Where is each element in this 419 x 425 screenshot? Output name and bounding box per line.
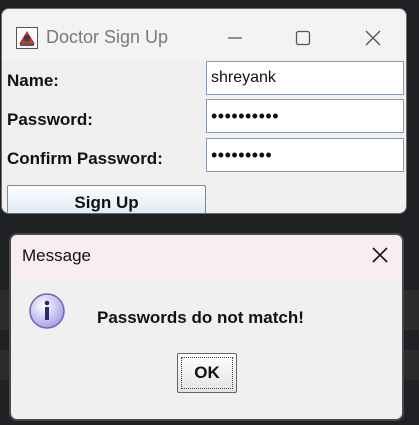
java-app-icon	[16, 27, 38, 49]
confirm-password-field[interactable]: •••••••••	[206, 138, 404, 172]
confirm-password-label: Confirm Password:	[7, 149, 163, 168]
dialog-title-bar[interactable]: Message	[11, 235, 402, 277]
maximize-icon[interactable]	[288, 23, 318, 53]
title-bar[interactable]: Doctor Sign Up	[2, 9, 406, 59]
info-icon	[27, 291, 67, 331]
signup-button[interactable]: Sign Up	[7, 185, 206, 213]
close-icon[interactable]	[370, 245, 390, 265]
close-icon[interactable]	[358, 23, 388, 53]
ok-button[interactable]: OK	[177, 353, 237, 393]
dialog-message: Passwords do not match!	[97, 308, 304, 327]
message-dialog: Message Passwords do not match! OK	[9, 233, 404, 421]
dialog-title: Message	[22, 246, 91, 265]
password-field[interactable]: ••••••••••	[206, 99, 404, 133]
name-field[interactable]: shreyank	[206, 61, 404, 95]
password-label: Password:	[7, 110, 93, 129]
name-label: Name:	[7, 71, 59, 90]
window-title: Doctor Sign Up	[46, 27, 169, 47]
signup-window: Doctor Sign Up Name: shreyank Password: …	[1, 8, 407, 214]
minimize-icon[interactable]	[220, 23, 250, 53]
